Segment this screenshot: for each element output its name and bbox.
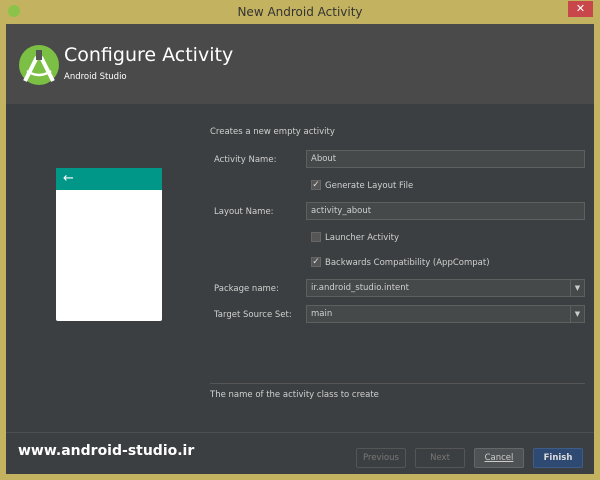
help-text: The name of the activity class to create (210, 390, 379, 400)
footer-divider (6, 432, 594, 433)
layout-name-label: Layout Name: (214, 207, 274, 217)
page-title: Configure Activity (64, 44, 234, 66)
page-subtitle: Android Studio (64, 72, 127, 82)
backwards-compat-checkbox[interactable]: ✓ (311, 257, 321, 267)
package-name-label: Package name: (214, 284, 279, 294)
watermark: www.android-studio.ir (18, 443, 195, 459)
description: Creates a new empty activity (210, 127, 335, 137)
dialog: Configure Activity Android Studio ← Crea… (6, 24, 594, 474)
generate-layout-checkbox[interactable]: ✓ (311, 180, 321, 190)
target-source-set-dropdown[interactable]: main ▼ (306, 305, 585, 323)
activity-name-input[interactable]: About (306, 150, 585, 168)
package-name-dropdown[interactable]: ir.android_studio.intent ▼ (306, 279, 585, 297)
close-button[interactable]: ✕ (568, 1, 593, 17)
cancel-button[interactable]: Cancel (474, 448, 524, 468)
generate-layout-label: Generate Layout File (325, 181, 414, 191)
header: Configure Activity Android Studio (6, 24, 594, 104)
launcher-activity-checkbox[interactable] (311, 232, 321, 242)
preview-app-bar: ← (56, 168, 162, 190)
target-source-set-value: main (311, 309, 333, 319)
window-title: New Android Activity (237, 5, 363, 19)
activity-name-label: Activity Name: (214, 155, 277, 165)
title-bar: New Android Activity ✕ (0, 0, 600, 24)
backwards-compat-label: Backwards Compatibility (AppCompat) (325, 258, 490, 268)
layout-name-input[interactable]: activity_about (306, 202, 585, 220)
chevron-down-icon[interactable]: ▼ (570, 280, 584, 296)
chevron-down-icon[interactable]: ▼ (570, 306, 584, 322)
back-arrow-icon: ← (63, 171, 74, 186)
activity-preview: ← (56, 168, 162, 321)
android-studio-logo (19, 45, 59, 85)
launcher-activity-label: Launcher Activity (325, 233, 399, 243)
previous-button[interactable]: Previous (356, 448, 406, 468)
package-name-value: ir.android_studio.intent (311, 283, 409, 293)
next-button[interactable]: Next (415, 448, 465, 468)
finish-button[interactable]: Finish (533, 448, 583, 468)
divider (210, 383, 585, 384)
target-source-set-label: Target Source Set: (214, 310, 292, 320)
